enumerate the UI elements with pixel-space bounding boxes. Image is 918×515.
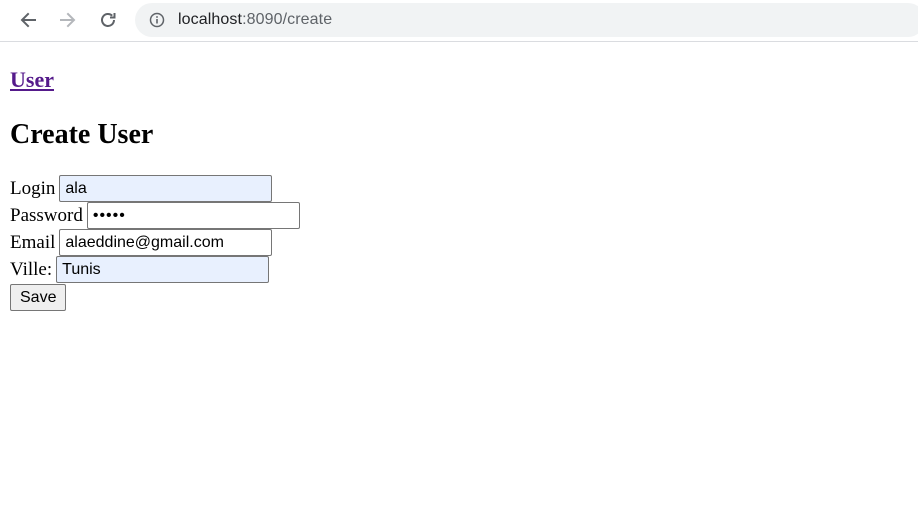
login-input[interactable] bbox=[59, 175, 273, 202]
page-content: User Create User Login Password Email Vi… bbox=[0, 42, 918, 311]
create-user-form: Login Password Email Ville: Save bbox=[10, 175, 908, 311]
ville-label: Ville: bbox=[10, 258, 53, 280]
page-title: Create User bbox=[10, 119, 154, 150]
info-icon[interactable] bbox=[149, 12, 165, 28]
save-button[interactable]: Save bbox=[10, 284, 67, 311]
url-text[interactable]: localhost:8090/create bbox=[178, 11, 332, 29]
password-row: Password bbox=[10, 202, 908, 229]
browser-toolbar: localhost:8090/create bbox=[0, 0, 918, 42]
ville-input[interactable] bbox=[56, 256, 270, 283]
ville-row: Ville: bbox=[10, 256, 908, 283]
arrow-right-icon bbox=[58, 10, 78, 30]
user-link[interactable]: User bbox=[10, 68, 54, 92]
login-row: Login bbox=[10, 175, 908, 202]
password-input[interactable] bbox=[86, 202, 300, 229]
address-bar[interactable]: localhost:8090/create bbox=[135, 3, 918, 37]
email-row: Email bbox=[10, 229, 908, 256]
email-label: Email bbox=[10, 231, 56, 253]
login-label: Login bbox=[10, 177, 56, 199]
arrow-left-icon bbox=[18, 10, 38, 30]
reload-icon bbox=[98, 10, 118, 30]
url-path: :8090/create bbox=[242, 11, 333, 28]
forward-button[interactable] bbox=[54, 6, 82, 34]
url-host: localhost bbox=[178, 11, 243, 28]
email-input[interactable] bbox=[59, 229, 273, 256]
back-button[interactable] bbox=[14, 6, 42, 34]
reload-button[interactable] bbox=[94, 6, 122, 34]
password-label: Password bbox=[10, 204, 83, 226]
